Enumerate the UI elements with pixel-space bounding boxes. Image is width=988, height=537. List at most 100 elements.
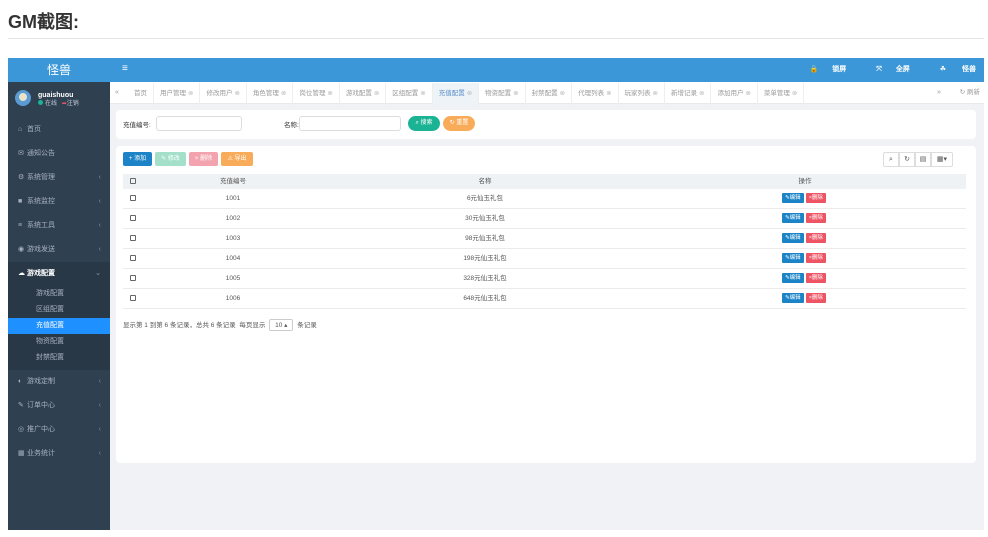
sidebar-item[interactable]: ✉ 通知公告 — [8, 142, 110, 166]
page-tab[interactable]: 区组配置 ⊗ — [386, 83, 433, 105]
table-row[interactable]: 1001 6元仙玉礼包 ✎编辑 ×删除 — [123, 189, 966, 209]
row-delete-button[interactable]: ×删除 — [805, 233, 826, 244]
page-tab[interactable]: 添加用户 ⊗ — [711, 83, 758, 105]
tab-refresh-button[interactable]: ↻ 刷新 — [960, 82, 980, 104]
tab-close-icon[interactable]: ⊗ — [234, 90, 239, 97]
tab-close-icon[interactable]: ⊗ — [188, 90, 193, 97]
page-tab[interactable]: 玩家列表 ⊗ — [619, 83, 665, 105]
row-checkbox[interactable] — [130, 209, 138, 229]
table-row[interactable]: 1006 648元仙玉礼包 ✎编辑 ×删除 — [123, 289, 966, 309]
tab-close-icon[interactable]: ⊗ — [699, 90, 704, 97]
table-row[interactable]: 1004 198元仙玉礼包 ✎编辑 ×删除 — [123, 249, 966, 269]
chevron-left-icon: ‹ — [98, 246, 101, 253]
tab-close-icon[interactable]: ⊗ — [792, 90, 797, 97]
page-tab[interactable]: 用户管理 ⊗ — [154, 83, 201, 105]
page-tab[interactable]: 首页 — [128, 83, 154, 105]
row-edit-button[interactable]: ✎编辑 — [782, 213, 804, 224]
table-row[interactable]: 1005 328元仙玉礼包 ✎编辑 ×删除 — [123, 269, 966, 289]
table-search-icon[interactable]: ⌕ — [883, 152, 899, 167]
row-checkbox[interactable] — [130, 249, 138, 269]
page-tab[interactable]: 菜单管理 ⊗ — [758, 83, 805, 105]
table-refresh-icon[interactable]: ↻ — [899, 152, 915, 167]
page-tab[interactable]: 新增记录 ⊗ — [665, 83, 712, 105]
tab-close-icon[interactable]: ⊗ — [420, 90, 425, 97]
row-delete-button[interactable]: ×删除 — [805, 253, 826, 264]
caret-up-icon: ▴ — [284, 322, 288, 329]
page-tab[interactable]: 岗位管理 ⊗ — [293, 83, 340, 105]
row-edit-button[interactable]: ✎编辑 — [782, 293, 804, 304]
tab-close-icon[interactable]: ⊗ — [560, 90, 565, 97]
search-button[interactable]: ⌕ 搜索 — [408, 116, 440, 131]
row-edit-button[interactable]: ✎编辑 — [782, 193, 804, 204]
export-button[interactable]: ⚠ 导出 — [221, 152, 253, 166]
page-size-select[interactable]: 10 ▴ — [269, 319, 294, 331]
row-edit-button[interactable]: ✎编辑 — [782, 273, 804, 284]
sidebar-item[interactable]: ◐ 游戏定制 ‹ — [8, 370, 110, 394]
tab-close-icon[interactable]: ⊗ — [653, 90, 658, 97]
row-delete-button[interactable]: ×删除 — [805, 273, 826, 284]
tab-close-icon[interactable]: ⊗ — [281, 90, 286, 97]
name-input[interactable] — [299, 116, 401, 131]
fullscreen-button[interactable]: ⤧ 全屏 — [862, 66, 910, 73]
row-checkbox[interactable] — [130, 289, 138, 309]
sidebar-item[interactable]: ■ 系统监控 ‹ — [8, 190, 110, 214]
sidebar-subitem[interactable]: 物资配置 — [8, 334, 110, 350]
gamepad-icon: ◐ — [18, 378, 23, 385]
table-toggle-view-icon[interactable]: ▤ — [915, 152, 931, 167]
sidebar-item[interactable]: ⌂ 首页 — [8, 118, 110, 142]
page-tab[interactable]: 修改用户 ⊗ — [200, 83, 247, 105]
sidebar-menu: ⌂ 首页 ✉ 通知公告 ⚙ 系统管理 ‹ ■ 系统监控 ‹ ≡ 系统工具 ‹ ◉ 游戏发送 ‹ ☁ 游戏配置 ⌄ 游戏… — [8, 118, 110, 466]
table-row[interactable]: 1003 98元仙玉礼包 ✎编辑 ×删除 — [123, 229, 966, 249]
row-edit-button[interactable]: ✎编辑 — [782, 233, 804, 244]
row-delete-button[interactable]: ×删除 — [805, 213, 826, 224]
page-tab[interactable]: 游戏配置 ⊗ — [340, 83, 387, 105]
row-delete-button[interactable]: ×删除 — [805, 293, 826, 304]
sidebar-subitem[interactable]: 游戏配置 — [8, 286, 110, 302]
select-all-checkbox[interactable] — [130, 174, 138, 189]
tab-close-icon[interactable]: ⊗ — [327, 90, 332, 97]
sidebar-item[interactable]: ◉ 游戏发送 ‹ — [8, 238, 110, 262]
tab-close-icon[interactable]: ⊗ — [467, 90, 472, 97]
row-checkbox[interactable] — [130, 189, 138, 209]
lock-screen-button[interactable]: 🔒 锁屏 — [796, 66, 847, 73]
logout-link[interactable]: 注销 — [67, 101, 79, 107]
sidebar-item[interactable]: ≡ 系统工具 ‹ — [8, 214, 110, 238]
menu-toggle-icon[interactable]: ≡ — [122, 63, 128, 74]
row-checkbox[interactable] — [130, 229, 138, 249]
page-tab[interactable]: 角色管理 ⊗ — [247, 83, 294, 105]
row-edit-button[interactable]: ✎编辑 — [782, 253, 804, 264]
tab-next-icon[interactable]: » — [932, 82, 946, 104]
sidebar-item[interactable]: ▦ 业务统计 ‹ — [8, 442, 110, 466]
user-menu[interactable]: ☘ 怪兽 — [926, 66, 976, 73]
sidebar-subitem[interactable]: 封禁配置 — [8, 350, 110, 366]
sidebar-subitem[interactable]: 区组配置 — [8, 302, 110, 318]
header-name[interactable]: 名称 — [385, 174, 585, 189]
header-code[interactable]: 充值编号 — [183, 174, 283, 189]
table-columns-icon[interactable]: ▦▾ — [931, 152, 953, 167]
sidebar-item[interactable]: ☁ 游戏配置 ⌄ — [8, 262, 110, 286]
tab-close-icon[interactable]: ⊗ — [513, 90, 518, 97]
sidebar-item[interactable]: ⚙ 系统管理 ‹ — [8, 166, 110, 190]
delete-button[interactable]: × 删除 — [189, 152, 218, 166]
sidebar-item[interactable]: ✎ 订单中心 ‹ — [8, 394, 110, 418]
edit-button[interactable]: ✎ 修改 — [155, 152, 186, 166]
page-tab[interactable]: 充值配置 ⊗ — [432, 83, 480, 105]
avatar[interactable] — [15, 90, 31, 106]
tab-prev-icon[interactable]: « — [110, 82, 124, 104]
tab-close-icon[interactable]: ⊗ — [606, 90, 611, 97]
sidebar-subitem[interactable]: 充值配置 — [8, 318, 110, 334]
table-row[interactable]: 1002 30元仙玉礼包 ✎编辑 ×删除 — [123, 209, 966, 229]
sidebar-item[interactable]: ◎ 推广中心 ‹ — [8, 418, 110, 442]
sidebar-brand[interactable]: 怪兽 — [8, 58, 110, 82]
reset-button[interactable]: ↻ 重置 — [443, 116, 475, 131]
row-checkbox[interactable] — [130, 269, 138, 289]
cell-code: 1003 — [225, 235, 241, 242]
page-tab[interactable]: 代理列表 ⊗ — [572, 83, 619, 105]
add-button[interactable]: + 添加 — [123, 152, 152, 166]
tab-close-icon[interactable]: ⊗ — [745, 90, 750, 97]
page-tab[interactable]: 物资配置 ⊗ — [479, 83, 526, 105]
code-input[interactable] — [156, 116, 242, 131]
page-tab[interactable]: 封禁配置 ⊗ — [526, 83, 573, 105]
row-delete-button[interactable]: ×删除 — [805, 193, 826, 204]
tab-close-icon[interactable]: ⊗ — [374, 90, 379, 97]
